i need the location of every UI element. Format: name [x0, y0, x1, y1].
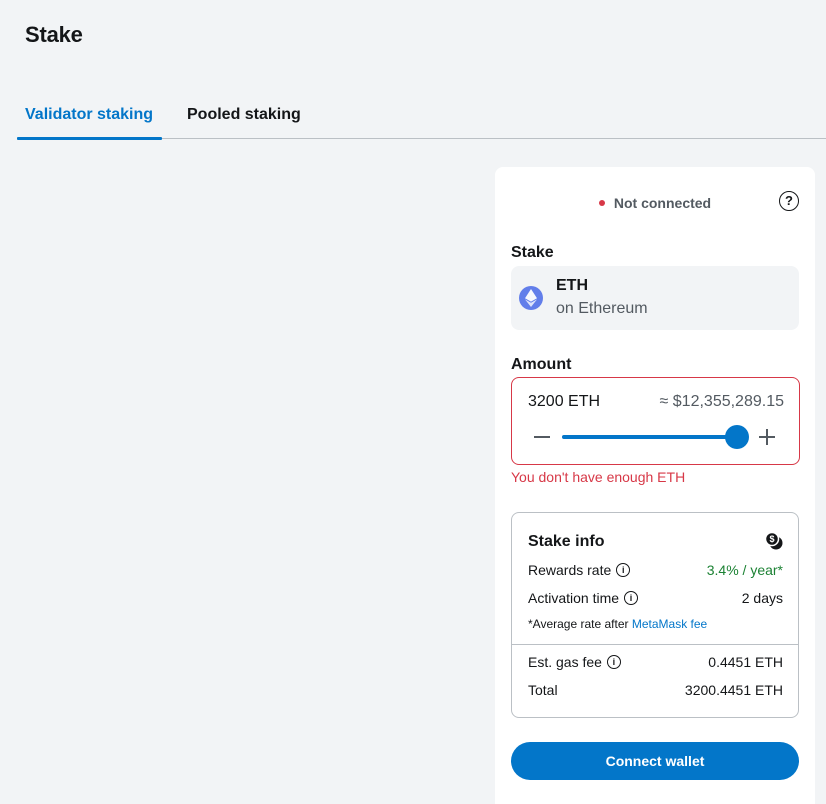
slider-thumb[interactable] [725, 425, 749, 449]
gas-fee-label: Est. gas fee [528, 654, 602, 670]
tab-validator-staking[interactable]: Validator staking [17, 96, 162, 140]
total-value: 3200.4451 ETH [684, 682, 783, 698]
info-icon[interactable]: i [606, 655, 621, 670]
amount-input[interactable]: 3200 ETH [528, 393, 600, 411]
token-symbol: ETH [556, 277, 588, 294]
connection-status-text: Not connected [613, 195, 712, 211]
coins-icon: $ [764, 531, 783, 550]
tab-pooled-staking[interactable]: Pooled staking [187, 96, 301, 139]
info-icon[interactable]: i [616, 563, 631, 578]
staking-tabs: Validator staking Pooled staking [17, 96, 826, 140]
info-icon[interactable]: i [624, 591, 639, 606]
total-label: Total [528, 682, 558, 698]
gas-fee-value: 0.4451 ETH [708, 654, 783, 670]
stake-info-panel: Stake info $ Rewards rate i 3.4% / year* … [511, 512, 799, 718]
stake-info-title: Stake info [528, 533, 605, 550]
stake-label: Stake [511, 244, 554, 261]
status-dot-icon [598, 200, 605, 207]
fee-note: *Average rate after MetaMask fee [528, 617, 707, 631]
token-selector[interactable]: ETH on Ethereum [511, 266, 799, 330]
ethereum-icon [519, 286, 543, 310]
question-circle-icon[interactable]: ? [779, 191, 799, 211]
amount-fiat-value: ≈ $12,355,289.15 [659, 393, 784, 410]
amount-slider[interactable] [562, 425, 749, 449]
amount-label: Amount [511, 356, 572, 373]
rewards-rate-label: Rewards rate [528, 562, 612, 578]
token-network: on Ethereum [556, 300, 648, 317]
decrease-amount-button[interactable] [534, 436, 550, 438]
amount-input-box: 3200 ETH ≈ $12,355,289.15 [511, 377, 800, 465]
stake-card: Not connected ? Stake ETH on Ethereum Am… [495, 167, 815, 804]
svg-text:$: $ [769, 534, 774, 544]
amount-error-message: You don't have enough ETH [511, 469, 686, 485]
activation-time-value: 2 days [741, 590, 783, 606]
metamask-fee-link[interactable]: MetaMask fee [632, 617, 707, 631]
fee-note-text: *Average rate after [528, 617, 632, 631]
rewards-rate-value: 3.4% / year* [706, 562, 783, 578]
page-title: Stake [25, 22, 83, 47]
increase-amount-button[interactable] [759, 429, 775, 445]
connection-status: Not connected [495, 195, 815, 211]
connect-wallet-button[interactable]: Connect wallet [511, 742, 799, 780]
activation-time-label: Activation time [528, 590, 620, 606]
slider-fill [562, 435, 737, 439]
divider [512, 644, 798, 645]
